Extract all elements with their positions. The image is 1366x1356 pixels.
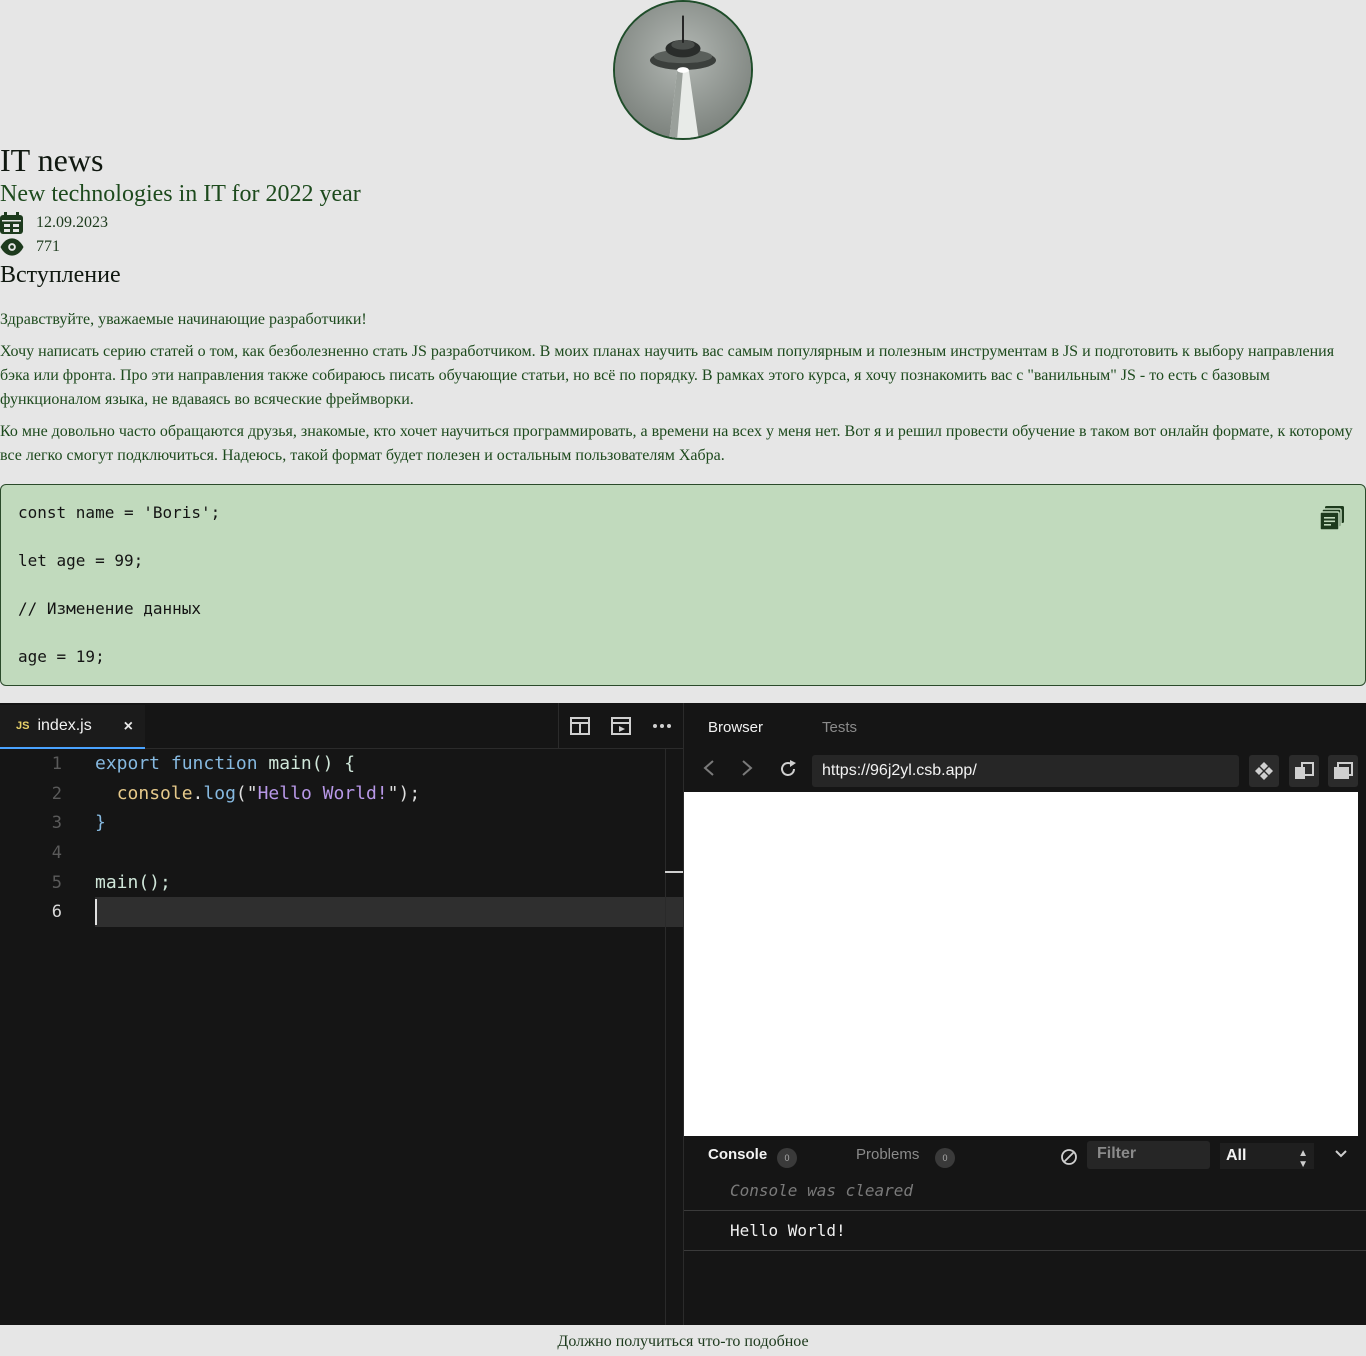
code-line: const name = 'Boris'; <box>18 503 221 522</box>
editor-tabbar: JS index.js × <box>0 703 683 749</box>
tab-console[interactable]: Console <box>708 1146 767 1163</box>
forward-icon[interactable] <box>740 759 754 783</box>
date-text: 12.09.2023 <box>36 214 108 231</box>
text-cursor <box>95 899 97 925</box>
back-icon[interactable] <box>702 759 716 783</box>
preview-viewport[interactable] <box>684 792 1358 1136</box>
console-toolbar: Console 0 Problems 0 Filter All ▲ ▼ <box>684 1136 1366 1180</box>
code-line: age = 19; <box>18 647 105 666</box>
console-divider <box>684 1250 1366 1251</box>
line-number: 3 <box>51 813 62 833</box>
problems-count-badge: 0 <box>935 1148 955 1168</box>
log-level-select[interactable]: All ▲ ▼ <box>1220 1143 1314 1170</box>
line-number: 5 <box>51 873 62 893</box>
code-line-3[interactable]: } <box>95 812 106 833</box>
filter-input[interactable]: Filter <box>1087 1141 1210 1169</box>
code-line-2[interactable]: console.log("Hello World!"); <box>95 783 420 804</box>
url-input[interactable]: https://96j2yl.csb.app/ <box>812 755 1239 787</box>
preview-icon[interactable] <box>610 717 631 735</box>
code-line-1[interactable]: export function main() { <box>95 753 355 774</box>
split-editor-icon[interactable] <box>569 717 590 735</box>
calendar-icon <box>0 212 24 234</box>
paragraph-intro: Хочу написать серию статей о том, как бе… <box>0 343 1335 408</box>
scroll-position-marker <box>665 871 683 873</box>
scrollbar[interactable] <box>665 749 666 1325</box>
tab-label: index.js <box>37 717 92 734</box>
open-new-window-icon[interactable] <box>1289 755 1319 787</box>
chevron-down-icon[interactable] <box>1335 1147 1347 1161</box>
tab-index-js[interactable]: JS index.js × <box>0 705 145 749</box>
clear-console-icon[interactable] <box>1060 1148 1078 1171</box>
refresh-icon[interactable] <box>778 759 798 785</box>
meta-date: 12.09.2023 <box>0 212 108 234</box>
more-icon[interactable] <box>652 723 672 729</box>
code-line-5[interactable]: main(); <box>95 872 171 893</box>
article-title: New technologies in IT for 2022 year <box>0 181 361 207</box>
avatar <box>613 0 753 140</box>
line-number: 6 <box>51 902 62 922</box>
select-arrows-icon: ▲ ▼ <box>1298 1148 1308 1170</box>
editor-screenshot: JS index.js × 1 2 3 4 5 6 export functio… <box>0 703 1366 1325</box>
console-log-output: Hello World! <box>730 1221 846 1240</box>
line-number: 1 <box>51 754 62 774</box>
code-editor: JS index.js × 1 2 3 4 5 6 export functio… <box>0 703 683 1325</box>
devtools-icon[interactable] <box>1249 755 1279 787</box>
console-divider <box>684 1210 1366 1211</box>
tower-image <box>615 2 751 138</box>
log-level-value: All <box>1226 1147 1247 1164</box>
line-number: 2 <box>51 784 62 804</box>
current-line-highlight <box>95 897 683 927</box>
close-icon[interactable]: × <box>124 718 133 736</box>
views-text: 771 <box>36 238 60 255</box>
screenshot-caption: Должно получиться что-то подобное <box>557 1333 809 1350</box>
code-line: let age = 99; <box>18 551 144 570</box>
editor-actions <box>558 703 683 749</box>
tab-tests[interactable]: Tests <box>822 719 857 736</box>
console-cleared-message: Console was cleared <box>730 1181 914 1200</box>
code-line: // Изменение данных <box>18 599 202 618</box>
eye-icon <box>0 236 24 258</box>
fullscreen-icon[interactable] <box>1328 755 1358 787</box>
code-block: const name = 'Boris'; let age = 99; // И… <box>0 484 1366 686</box>
console-count-badge: 0 <box>777 1148 797 1168</box>
line-number: 4 <box>51 843 62 863</box>
tab-browser[interactable]: Browser <box>708 719 763 736</box>
meta-views: 771 <box>0 236 60 258</box>
js-file-icon: JS <box>16 720 30 732</box>
paragraph-greeting: Здравствуйте, уважаемые начинающие разра… <box>0 311 367 328</box>
browser-pane: Browser Tests https://96j2yl.csb.app/ Co… <box>683 703 1366 1325</box>
paragraph-motivation: Ко мне довольно часто обращаются друзья,… <box>0 423 1353 464</box>
section-title: Вступление <box>0 262 121 288</box>
copy-icon[interactable] <box>1319 505 1345 531</box>
tab-problems[interactable]: Problems <box>856 1146 919 1163</box>
site-title: IT news <box>0 142 104 178</box>
